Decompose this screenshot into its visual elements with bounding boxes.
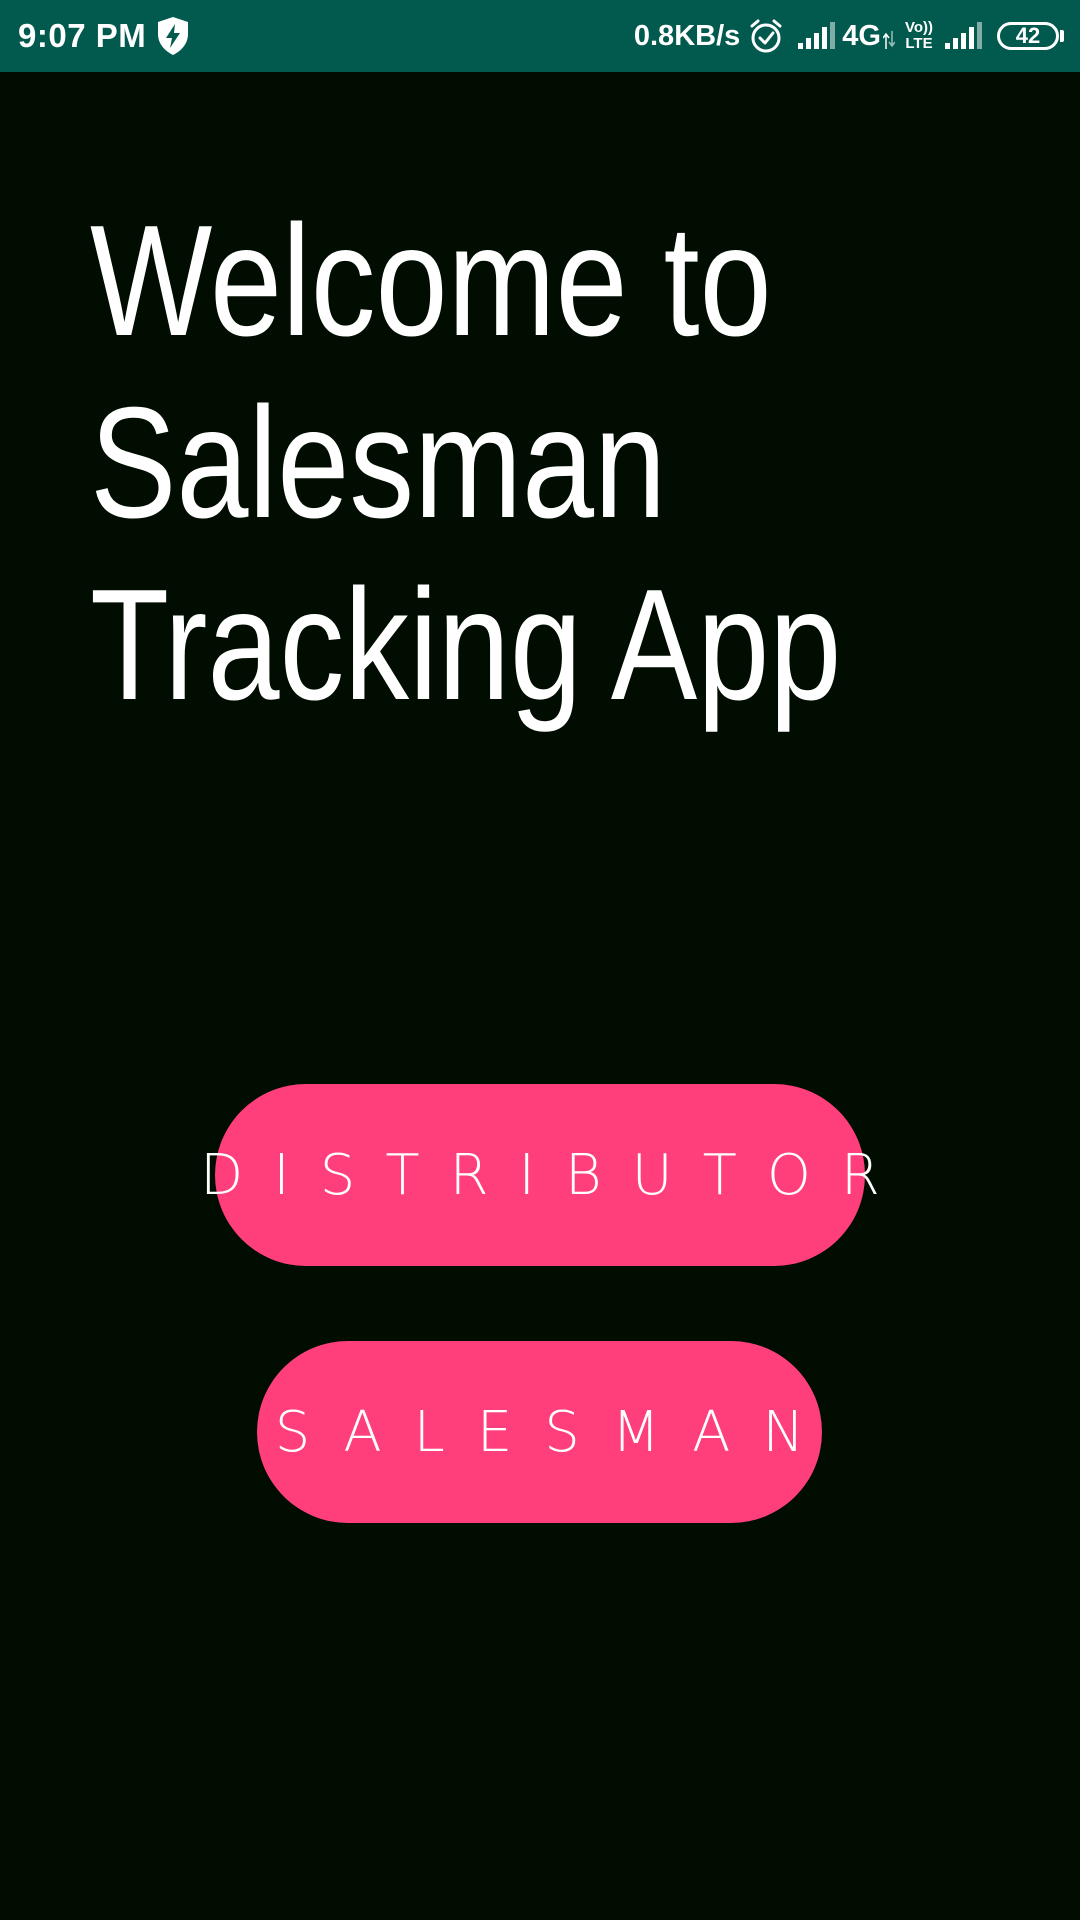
salesman-button[interactable]: SALESMAN xyxy=(257,1341,822,1523)
status-bar: 9:07 PM 0.8KB/s 4G Vo)) LTE 42 xyxy=(0,0,1080,72)
status-icons: 0.8KB/s 4G Vo)) LTE 42 xyxy=(634,12,1064,60)
alarm-icon xyxy=(750,19,782,53)
signal-icon xyxy=(798,22,836,49)
battery-level: 42 xyxy=(1015,23,1041,48)
volte-indicator: Vo)) LTE xyxy=(905,20,933,52)
data-arrows-icon xyxy=(882,31,895,49)
network-type: 4G xyxy=(842,19,881,52)
battery-icon: 42 xyxy=(997,22,1059,50)
status-time: 9:07 PM xyxy=(18,17,147,54)
distributor-button[interactable]: DISTRIBUTOR xyxy=(200,1084,880,1266)
volte-top: Vo)) xyxy=(904,19,933,36)
battery-tip xyxy=(1060,30,1064,42)
welcome-title: Welcome to Salesman Tracking App xyxy=(90,193,842,733)
shield-lightning-icon xyxy=(158,17,188,55)
volte-bottom: LTE xyxy=(905,35,933,52)
network-speed: 0.8KB/s xyxy=(633,19,741,52)
signal-icon xyxy=(945,22,982,49)
